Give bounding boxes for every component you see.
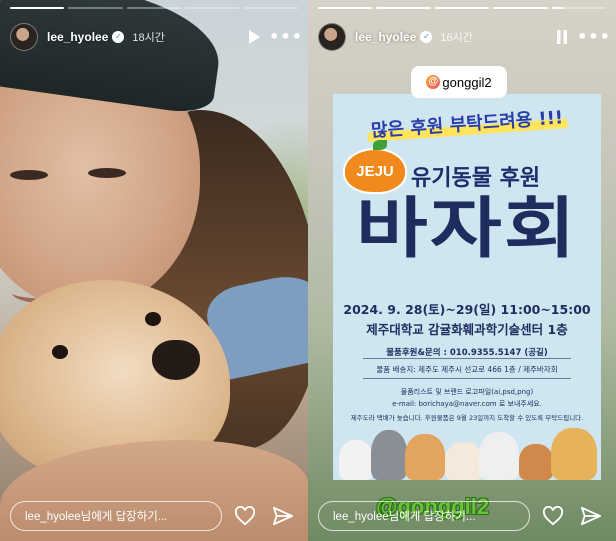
send-icon[interactable] [576, 501, 606, 531]
photo-dog-eye [145, 312, 161, 326]
play-icon[interactable] [242, 25, 266, 49]
story-left[interactable]: lee_hyolee ✓ 18시간 ••• lee_hyolee님에게 답장하기… [0, 0, 308, 541]
reply-input[interactable]: lee_hyolee님에게 답장하기... [10, 501, 222, 531]
verified-icon: ✓ [420, 31, 433, 43]
story-footer: lee_hyolee님에게 답장하기... [10, 501, 298, 531]
heart-icon[interactable] [538, 501, 568, 531]
avatar[interactable] [318, 23, 346, 51]
story-right[interactable]: lee_hyolee ✓ 16시간 ••• @ gonggil2 많은 후원 부… [308, 0, 616, 541]
photo-eye [88, 168, 126, 178]
story-progress [318, 7, 607, 9]
poster-headline: 많은 후원 부탁드려용 !!! [342, 101, 591, 144]
progress-segment [68, 7, 123, 9]
photo-dog-eye [52, 345, 68, 359]
pause-icon[interactable] [550, 25, 574, 49]
progress-segment [551, 7, 607, 9]
divider [363, 378, 571, 379]
story-time: 16시간 [440, 32, 473, 44]
progress-segment [493, 7, 548, 9]
dog-illustration [551, 428, 597, 480]
progress-segment [434, 7, 490, 9]
progress-segment [318, 7, 373, 9]
mention-username: gonggil2 [442, 74, 492, 90]
story-progress [10, 7, 299, 9]
story-header: lee_hyolee ✓ 18시간 ••• [10, 22, 302, 52]
avatar[interactable] [10, 23, 38, 51]
verified-icon: ✓ [112, 31, 125, 43]
progress-segment [243, 7, 299, 9]
dog-illustration [339, 440, 373, 480]
poster-contact: 물품후원&문의 : 010.9355.5147 (공길) [386, 348, 548, 358]
username[interactable]: lee_hyolee [355, 30, 416, 44]
poster-date: 2024. 9. 28(토)~29(일) 11:00~15:00 [343, 302, 591, 317]
mention-at-icon: @ [426, 75, 441, 89]
dog-illustration [405, 434, 445, 480]
story-footer: lee_hyolee님에게 답장하기... [318, 501, 606, 531]
username[interactable]: lee_hyolee [47, 30, 108, 44]
story-header: lee_hyolee ✓ 16시간 ••• [318, 22, 610, 52]
dog-illustration [371, 430, 407, 480]
poster-deadline: 제주도라 택배가 늦습니다. 후원물품은 9월 23일까지 도착할 수 있도록 … [350, 414, 584, 422]
poster-title: 바자회 [355, 190, 579, 267]
poster-email: e-mail: borichaya@naver.com 로 보내주세요. [392, 400, 542, 408]
progress-segment [10, 7, 65, 9]
jeju-badge: JEJU [343, 140, 407, 194]
progress-segment [126, 7, 182, 9]
reply-input[interactable]: lee_hyolee님에게 답장하기... [318, 501, 530, 531]
mention-tag[interactable]: @ gonggil2 [411, 66, 507, 98]
poster-dog-illustrations [333, 422, 601, 480]
photo-dog-nose [152, 340, 200, 380]
photo-eye [10, 170, 48, 180]
bazaar-poster: 많은 후원 부탁드려용 !!! JEJU 유기동물 후원 바자회 2024. 9… [333, 94, 601, 480]
story-time: 18시간 [132, 32, 165, 44]
send-icon[interactable] [268, 501, 298, 531]
poster-list-note: 물품리스트 및 브랜드 로고파일(ai,psd,png) [400, 388, 534, 396]
more-icon[interactable]: ••• [269, 25, 302, 49]
progress-segment [376, 7, 431, 9]
progress-segment [185, 7, 240, 9]
dog-illustration [479, 432, 519, 480]
poster-address: 물품 배송지: 제주도 제주시 선교로 466 1층 / 제주바자회 [376, 365, 558, 374]
poster-subtitle: 유기동물 후원 [411, 166, 541, 191]
divider [363, 358, 571, 359]
heart-icon[interactable] [230, 501, 260, 531]
dog-illustration [519, 444, 553, 480]
dog-illustration [445, 442, 483, 480]
more-icon[interactable]: ••• [577, 25, 610, 49]
poster-venue: 제주대학교 감귤화훼과학기술센터 1층 [366, 322, 568, 337]
story-photo [0, 0, 308, 541]
